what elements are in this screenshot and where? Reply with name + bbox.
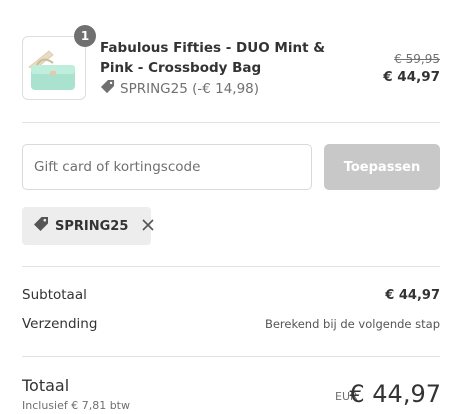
close-icon[interactable] <box>142 217 154 235</box>
subtotal-row: Subtotaal € 44,97 <box>22 287 440 303</box>
product-discount-label: SPRING25 (-€ 14,98) <box>120 80 260 97</box>
tax-note: Inclusief € 7,81 btw <box>22 399 130 412</box>
divider <box>22 266 440 267</box>
apply-discount-button[interactable]: Toepassen <box>324 144 440 190</box>
applied-discount-code: SPRING25 <box>55 218 129 234</box>
shipping-value: Berekend bij de volgende stap <box>264 317 440 331</box>
total-label: Totaal <box>22 376 70 395</box>
product-discount: SPRING25 (-€ 14,98) <box>100 79 259 98</box>
divider <box>22 356 440 357</box>
shipping-row: Verzending Berekend bij de volgende stap <box>22 316 440 332</box>
cart-line-item: 1 Fabulous Fifties - DUO Mint & Pink - C… <box>22 25 442 102</box>
product-title: Fabulous Fifties - DUO Mint & Pink - Cro… <box>100 40 326 76</box>
subtotal-label: Subtotaal <box>22 287 87 303</box>
divider <box>22 122 440 123</box>
product-thumbnail <box>22 36 86 100</box>
applied-discount-tag: SPRING25 <box>22 207 154 245</box>
total-value: € 44,97 <box>349 380 441 408</box>
price-tag-icon <box>100 79 115 98</box>
quantity-badge: 1 <box>74 25 96 47</box>
mint-crossbody-bag-image <box>28 50 75 90</box>
shipping-label: Verzending <box>22 316 98 332</box>
subtotal-value: € 44,97 <box>385 287 440 303</box>
discount-code-input[interactable] <box>22 144 312 190</box>
price-tag-icon <box>33 216 49 236</box>
original-price: € 59,95 <box>394 52 440 66</box>
final-price: € 44,97 <box>383 69 440 85</box>
